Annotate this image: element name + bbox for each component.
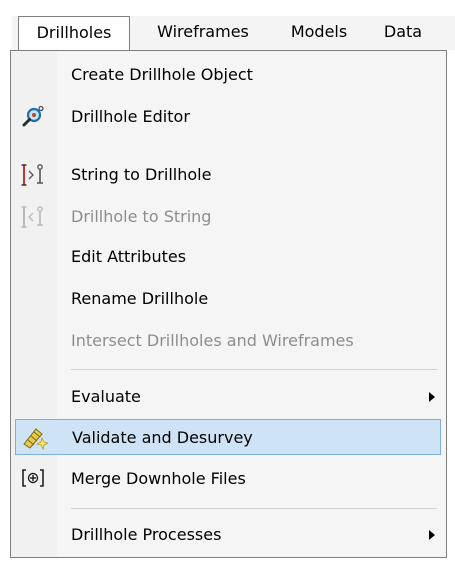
- drillholes-dropdown-menu: Create Drillhole Object Drillhole Editor: [10, 50, 447, 558]
- menu-item-drillhole-editor[interactable]: Drillhole Editor: [15, 99, 441, 135]
- menu-item-drillhole-processes[interactable]: Drillhole Processes: [15, 517, 441, 553]
- submenu-arrow-icon: [429, 392, 435, 402]
- submenu-arrow-icon: [429, 530, 435, 540]
- menu-item-edit-attributes[interactable]: Edit Attributes: [15, 239, 441, 275]
- menu-item-intersect-drillholes-wireframes: Intersect Drillholes and Wireframes: [15, 323, 441, 359]
- menu-item-label: Evaluate: [71, 387, 141, 406]
- menu-data[interactable]: Data: [374, 16, 432, 50]
- menu-item-label: String to Drillhole: [71, 165, 212, 184]
- menu-models[interactable]: Models: [275, 16, 363, 50]
- menu-item-string-to-drillhole[interactable]: String to Drillhole: [15, 157, 441, 193]
- menu-item-label: Drillhole Processes: [71, 525, 222, 544]
- menu-item-label: Edit Attributes: [71, 247, 187, 266]
- menu-item-label: Intersect Drillholes and Wireframes: [71, 331, 354, 350]
- menu-item-label: Drillhole Editor: [71, 107, 190, 126]
- menu-item-validate-and-desurvey[interactable]: Validate and Desurvey: [15, 419, 441, 455]
- menu-bar: Drillholes Wireframes Models Data: [12, 16, 455, 50]
- menu-item-drillhole-to-string: Drillhole to String: [15, 199, 441, 235]
- menu-wireframes[interactable]: Wireframes: [139, 16, 267, 50]
- menu-drillholes[interactable]: Drillholes: [18, 16, 130, 50]
- menu-separator: [71, 369, 437, 370]
- magnifier-icon: [21, 105, 45, 129]
- validate-icon: [22, 426, 50, 451]
- menu-item-evaluate[interactable]: Evaluate: [15, 379, 441, 415]
- menu-item-label: Drillhole to String: [71, 207, 212, 226]
- window-edge: [0, 0, 6, 566]
- menu-item-create-drillhole-object[interactable]: Create Drillhole Object: [15, 57, 441, 93]
- menu-separator: [71, 508, 437, 509]
- string-to-drillhole-icon: [21, 163, 45, 187]
- menu-item-label: Validate and Desurvey: [72, 428, 253, 447]
- menu-item-label: Merge Downhole Files: [71, 469, 246, 488]
- menu-item-label: Create Drillhole Object: [71, 65, 253, 84]
- drillhole-to-string-icon: [21, 205, 45, 229]
- menu-item-rename-drillhole[interactable]: Rename Drillhole: [15, 281, 441, 317]
- menu-item-merge-downhole-files[interactable]: Merge Downhole Files: [15, 461, 441, 497]
- menu-item-label: Rename Drillhole: [71, 289, 209, 308]
- merge-files-icon: [21, 467, 45, 491]
